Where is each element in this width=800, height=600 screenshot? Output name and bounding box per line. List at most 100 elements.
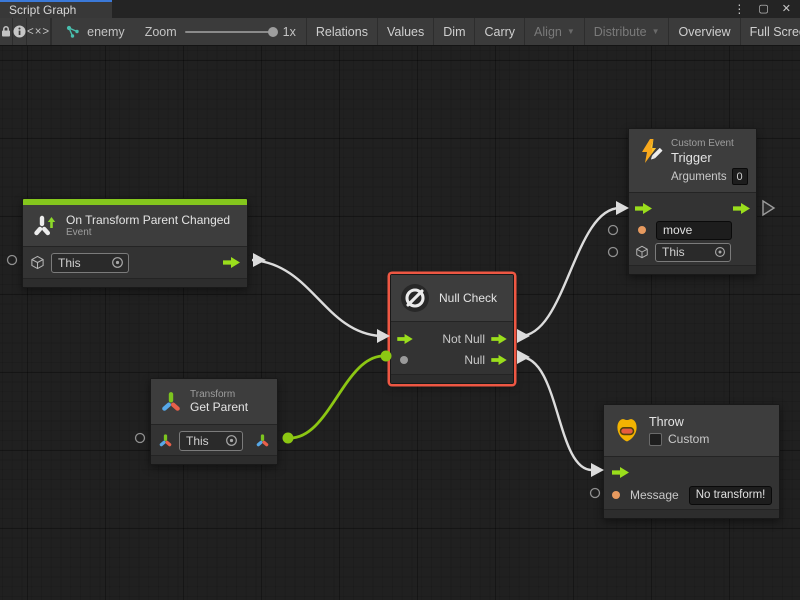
node-title: Null Check	[439, 291, 497, 305]
graph-icon	[66, 25, 80, 39]
target-this-field[interactable]: This	[179, 431, 243, 451]
target-picker-icon[interactable]	[225, 434, 238, 447]
carry-button[interactable]: Carry	[474, 18, 524, 45]
full-screen-button[interactable]: Full Screen	[740, 18, 800, 45]
node-body: Not Null Null	[391, 321, 513, 374]
graph-toolbar: <×> enemy Zoom 1x Relations Values Dim C…	[0, 18, 800, 46]
message-field[interactable]: No transform!	[689, 486, 773, 505]
not-null-output-port[interactable]	[491, 334, 507, 344]
close-icon[interactable]: ✕	[782, 4, 791, 15]
transform-output-port[interactable]	[255, 433, 270, 448]
overview-button[interactable]: Overview	[668, 18, 739, 45]
node-title: On Transform Parent Changed	[66, 213, 230, 227]
values-label: Values	[387, 25, 424, 39]
null-value-input-port[interactable]	[400, 356, 408, 364]
dim-button[interactable]: Dim	[433, 18, 474, 45]
transform-event-icon	[32, 213, 58, 239]
node-header: Null Check	[391, 275, 513, 321]
lock-icon	[0, 25, 12, 38]
node-get-parent[interactable]: Transform Get Parent This	[150, 378, 278, 465]
edit-code-button[interactable]: <×>	[27, 18, 51, 45]
control-input-port[interactable]	[397, 334, 413, 344]
node-header: On Transform Parent Changed Event	[23, 205, 247, 246]
event-name-value: move	[663, 223, 692, 237]
window-controls: ⋮ ▢ ✕	[733, 0, 800, 18]
zoom-slider[interactable]	[185, 31, 275, 33]
graph-breadcrumb[interactable]: enemy	[52, 18, 135, 45]
node-category: Transform	[190, 389, 248, 400]
target-picker-icon[interactable]	[714, 246, 726, 258]
distribute-button[interactable]: Distribute ▼	[584, 18, 669, 45]
relations-button[interactable]: Relations	[306, 18, 377, 45]
node-header: Throw Custom	[604, 405, 779, 456]
node-body: This	[23, 246, 247, 278]
tab-script-graph[interactable]: Script Graph	[0, 0, 112, 18]
node-title: Trigger	[671, 150, 748, 165]
full-screen-label: Full Screen	[750, 25, 800, 39]
align-label: Align	[534, 25, 562, 39]
arguments-label: Arguments	[671, 171, 727, 183]
target-this-value: This	[662, 245, 685, 259]
lock-button[interactable]	[0, 18, 13, 45]
chevron-down-icon: ▼	[652, 27, 660, 36]
null-check-icon	[400, 283, 430, 313]
target-this-field[interactable]: This	[51, 253, 129, 273]
node-title: Get Parent	[190, 400, 248, 414]
control-output-port[interactable]	[223, 257, 240, 268]
tab-bar: Script Graph ⋮ ▢ ✕	[0, 0, 800, 18]
message-input-port[interactable]	[612, 491, 620, 499]
control-input-port[interactable]	[612, 467, 629, 478]
info-icon	[13, 25, 26, 38]
message-label: Message	[630, 488, 679, 502]
arguments-count-value: 0	[737, 171, 743, 183]
values-button[interactable]: Values	[377, 18, 433, 45]
node-footer	[391, 374, 513, 383]
target-picker-icon[interactable]	[111, 256, 124, 269]
tab-title: Script Graph	[9, 3, 76, 17]
zoom-control: Zoom 1x	[135, 18, 306, 45]
zoom-slider-handle[interactable]	[268, 27, 278, 37]
event-name-field[interactable]: move	[656, 221, 732, 240]
maximize-icon[interactable]: ▢	[758, 4, 768, 15]
graph-name: enemy	[87, 25, 125, 39]
node-body: This	[151, 424, 277, 455]
node-title: Throw	[649, 415, 709, 429]
node-footer	[23, 278, 247, 287]
event-name-input-port[interactable]	[638, 226, 646, 234]
null-port-label: Null	[464, 353, 485, 367]
overview-label: Overview	[678, 25, 730, 39]
not-null-port-label: Not Null	[442, 332, 485, 346]
menu-icon[interactable]: ⋮	[733, 3, 745, 15]
node-category: Custom Event	[671, 138, 748, 149]
node-null-check[interactable]: Null Check Not Null Null	[390, 274, 514, 384]
target-this-value: This	[186, 434, 209, 448]
node-header: Custom Event Trigger Arguments 0	[629, 129, 756, 192]
node-footer	[629, 265, 756, 274]
node-subtitle: Event	[66, 227, 230, 238]
target-this-field[interactable]: This	[655, 243, 731, 262]
node-footer	[151, 455, 277, 464]
transform-icon	[160, 391, 182, 413]
custom-event-icon	[638, 138, 664, 164]
node-on-transform-parent-changed[interactable]: On Transform Parent Changed Event This	[22, 198, 248, 288]
null-output-port[interactable]	[491, 355, 507, 365]
script-graph-window: Script Graph ⋮ ▢ ✕ <×>	[0, 0, 800, 600]
arguments-count-field[interactable]: 0	[732, 168, 748, 185]
control-input-port[interactable]	[635, 203, 652, 214]
target-this-value: This	[58, 256, 81, 270]
distribute-label: Distribute	[594, 25, 647, 39]
zoom-label: Zoom	[145, 25, 177, 39]
throw-error-icon	[613, 417, 641, 445]
dim-label: Dim	[443, 25, 465, 39]
custom-checkbox-label: Custom	[668, 432, 709, 446]
inspect-button[interactable]	[13, 18, 27, 45]
node-custom-event-trigger[interactable]: Custom Event Trigger Arguments 0	[628, 128, 757, 275]
code-icon: <×>	[27, 26, 50, 38]
align-button[interactable]: Align ▼	[524, 18, 584, 45]
control-output-port[interactable]	[733, 203, 750, 214]
node-throw[interactable]: Throw Custom Message No transform!	[603, 404, 780, 519]
transform-input-port[interactable]	[158, 433, 173, 448]
carry-label: Carry	[484, 25, 515, 39]
node-body: move This	[629, 192, 756, 265]
custom-checkbox[interactable]	[649, 433, 662, 446]
